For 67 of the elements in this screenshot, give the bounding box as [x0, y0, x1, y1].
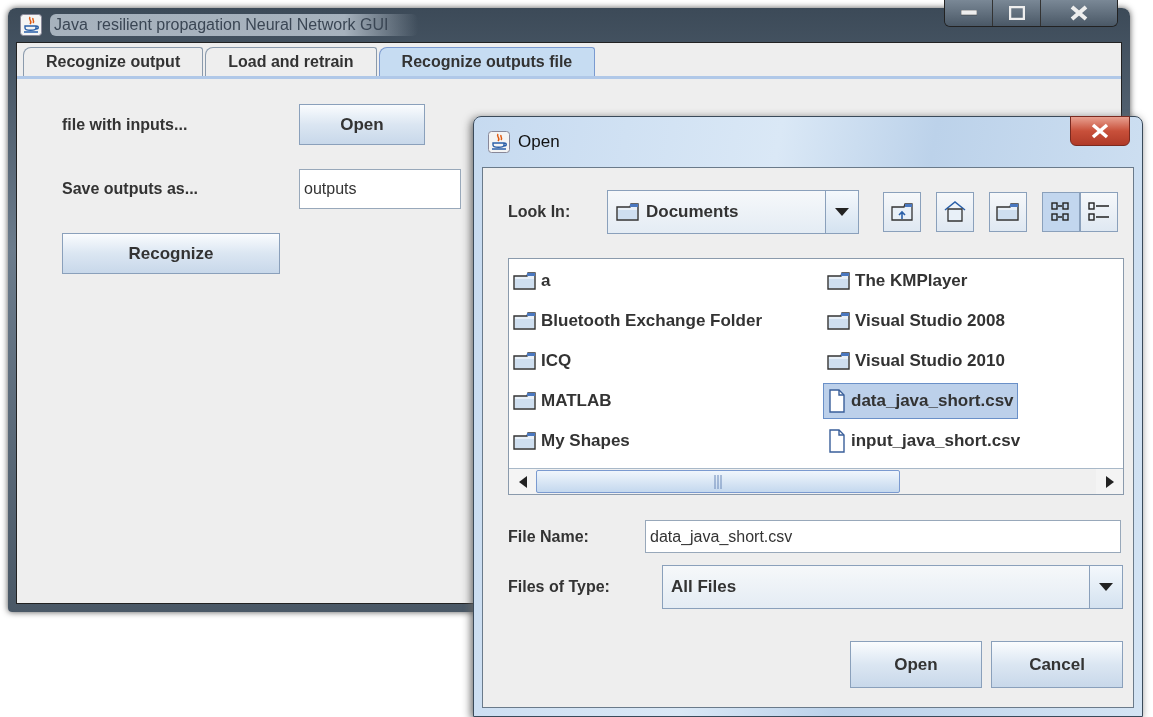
file-type-dropdown[interactable]: All Files — [662, 565, 1123, 609]
horizontal-scrollbar[interactable] — [509, 468, 1123, 494]
dropdown-arrow-icon — [1099, 583, 1113, 591]
file-item[interactable]: The KMPlayer — [823, 263, 972, 299]
cup-icon — [488, 131, 510, 153]
folder-icon — [616, 202, 640, 222]
home-icon — [943, 200, 967, 224]
dropdown-value: All Files — [671, 577, 737, 597]
file-item[interactable]: Visual Studio 2010 — [823, 343, 1009, 379]
look-in-label: Look In: — [508, 203, 572, 221]
file-item[interactable]: My Shapes — [509, 423, 634, 459]
file-item[interactable]: input_java_short.csv — [823, 423, 1025, 459]
file-name-label: File Name: — [508, 527, 590, 546]
tab[interactable]: Load and retrain — [205, 47, 377, 76]
file-item[interactable]: MATLAB — [509, 383, 616, 419]
scroll-left-icon — [518, 475, 527, 488]
maximize-icon — [1008, 6, 1025, 20]
home-button[interactable] — [936, 192, 974, 232]
output-name-field[interactable]: outputs — [299, 169, 461, 209]
dropdown-arrow-icon — [835, 208, 849, 216]
up-folder-button[interactable] — [883, 192, 921, 232]
view-toggle[interactable] — [1080, 192, 1118, 232]
dialog-button[interactable]: Open — [850, 641, 982, 688]
folder-icon — [827, 351, 851, 371]
document-icon — [827, 429, 847, 453]
folder-icon — [513, 311, 537, 331]
maximize-button[interactable] — [993, 0, 1041, 26]
file-item[interactable]: data_java_short.csv — [823, 383, 1018, 419]
folder-icon — [513, 271, 537, 291]
folder-icon — [827, 271, 851, 291]
file-item[interactable]: Bluetooth Exchange Folder — [509, 303, 767, 339]
folder-icon — [513, 391, 537, 411]
look-in-dropdown[interactable]: Documents — [607, 190, 859, 234]
folder-icon — [996, 202, 1020, 222]
grip-icon — [714, 474, 722, 489]
open-button[interactable]: Open — [299, 104, 425, 145]
save-label: Save outputs as... — [62, 180, 200, 198]
file-item[interactable]: ICQ — [509, 343, 576, 379]
document-icon — [827, 389, 847, 413]
folder-icon — [513, 431, 537, 451]
dropdown-value: Documents — [646, 202, 739, 222]
close-icon — [1070, 5, 1088, 21]
dialog-title: Open — [518, 132, 560, 152]
tab[interactable]: Recognize output — [23, 47, 204, 76]
cup-icon — [20, 14, 42, 36]
minimize-icon — [960, 10, 977, 16]
new-folder-button[interactable] — [989, 192, 1027, 232]
folder-up-icon — [890, 201, 914, 223]
minimize-button[interactable] — [945, 0, 993, 26]
file-type-label: Files of Type: — [508, 578, 611, 596]
scroll-thumb[interactable] — [536, 470, 900, 493]
folder-icon — [827, 311, 851, 331]
tab[interactable]: Recognize outputs file — [378, 47, 596, 76]
scroll-right-icon — [1105, 475, 1114, 488]
file-name-field[interactable]: data_java_short.csv — [645, 520, 1121, 553]
close-icon — [1091, 123, 1109, 139]
folder-icon — [513, 351, 537, 371]
view-toggle[interactable] — [1042, 192, 1080, 232]
inputs-label: file with inputs... — [62, 115, 189, 134]
close-button[interactable] — [1070, 116, 1130, 146]
file-item[interactable]: a — [509, 263, 555, 299]
details-view-icon — [1087, 200, 1111, 224]
dialog-button[interactable]: Cancel — [991, 641, 1123, 688]
recognize-button[interactable]: Recognize — [62, 233, 280, 274]
close-button[interactable] — [1041, 0, 1117, 26]
window-title: Java resilient propagation Neural Network GUI — [50, 14, 419, 36]
file-item[interactable]: Visual Studio 2008 — [823, 303, 1009, 339]
